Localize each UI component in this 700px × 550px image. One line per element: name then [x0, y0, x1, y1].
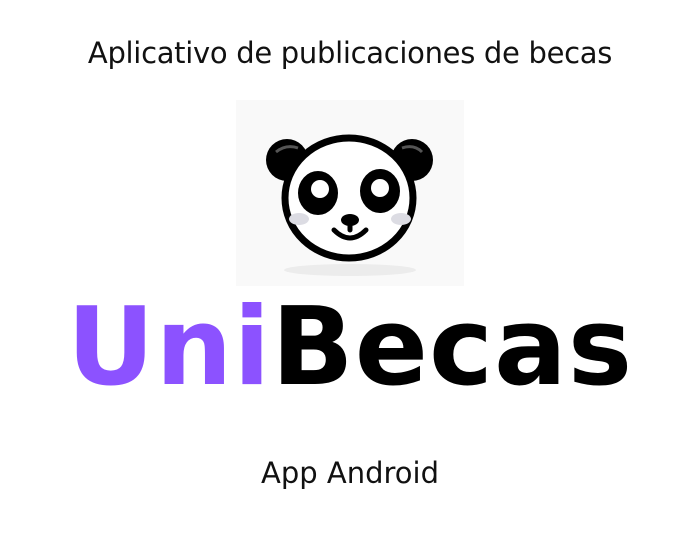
- brand-part-becas: Becas: [271, 285, 634, 410]
- panda-logo: [236, 100, 464, 286]
- tagline: Aplicativo de publicaciones de becas: [87, 36, 613, 70]
- platform-label: App Android: [261, 456, 439, 490]
- brand-wordmark: UniBecas: [0, 288, 700, 408]
- panda-icon: [266, 134, 433, 276]
- brand-part-uni: Uni: [66, 285, 272, 410]
